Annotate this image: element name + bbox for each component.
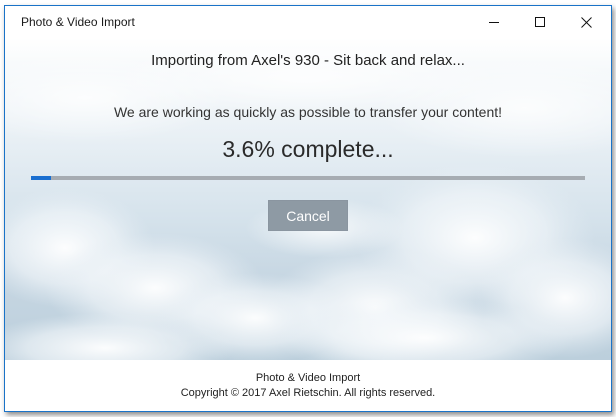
- progress-bar-fill: [31, 176, 51, 180]
- footer: Photo & Video Import Copyright © 2017 Ax…: [5, 360, 611, 411]
- import-heading: Importing from Axel's 930 - Sit back and…: [151, 52, 465, 69]
- close-icon: [580, 16, 592, 28]
- minimize-icon: [489, 22, 499, 23]
- cancel-button[interactable]: Cancel: [268, 200, 348, 231]
- app-window: Photo & Video Import Importing from Axel…: [4, 5, 612, 412]
- import-progress-panel: Importing from Axel's 930 - Sit back and…: [5, 38, 611, 360]
- footer-app-name: Photo & Video Import: [255, 372, 361, 384]
- footer-copyright: Copyright © 2017 Axel Rietschin. All rig…: [180, 387, 436, 399]
- close-button[interactable]: [563, 6, 609, 38]
- percent-complete-label: 3.6% complete...: [222, 136, 394, 162]
- progress-bar: [31, 176, 585, 180]
- minimize-button[interactable]: [471, 6, 517, 38]
- sky-background-image: [5, 38, 611, 360]
- status-message: We are working as quickly as possible to…: [113, 104, 503, 120]
- window-title: Photo & Video Import: [21, 15, 135, 29]
- maximize-button[interactable]: [517, 6, 563, 38]
- title-bar[interactable]: Photo & Video Import: [5, 6, 611, 38]
- maximize-icon: [535, 17, 545, 27]
